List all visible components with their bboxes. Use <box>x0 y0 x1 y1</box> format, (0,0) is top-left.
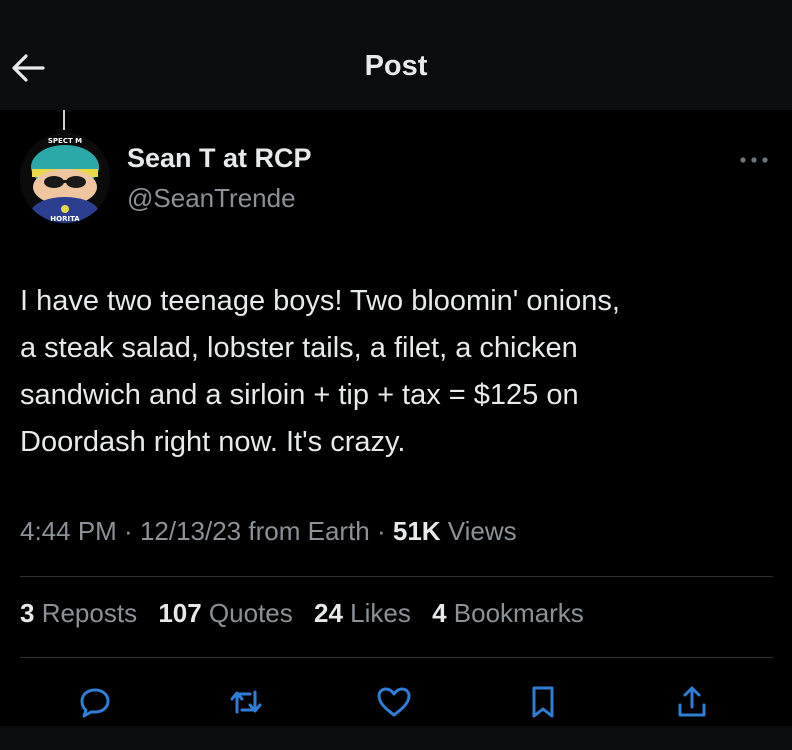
page-title: Post <box>364 50 428 82</box>
reply-icon <box>80 688 110 718</box>
bookmark-icon <box>532 686 554 718</box>
bookmark-button[interactable] <box>523 682 563 722</box>
reposts-count: 3 <box>20 598 35 628</box>
like-button[interactable] <box>374 682 414 722</box>
likes-label: Likes <box>342 598 411 628</box>
bookmarks-count: 4 <box>432 598 447 628</box>
reposts-stat[interactable]: 3 Reposts <box>20 598 137 628</box>
svg-text:HORITA: HORITA <box>50 215 80 223</box>
repost-button[interactable] <box>226 682 266 722</box>
avatar[interactable]: SPECT M HORITA <box>20 133 110 223</box>
divider <box>20 657 773 658</box>
top-bar: Post <box>0 0 792 110</box>
share-icon <box>678 686 706 717</box>
thread-line <box>63 110 65 130</box>
author-display-name[interactable]: Sean T at RCP <box>127 143 312 174</box>
more-horizontal-icon <box>740 157 768 163</box>
bookmarks-label: Bookmarks <box>446 598 584 628</box>
meta-separator: · <box>116 516 140 546</box>
likes-count: 24 <box>314 598 343 628</box>
cartman-avatar-image: SPECT M HORITA <box>20 133 110 223</box>
heart-icon <box>377 687 411 717</box>
svg-text:SPECT M: SPECT M <box>48 137 82 145</box>
post-date[interactable]: 12/13/23 <box>140 516 241 546</box>
quotes-label: Quotes <box>201 598 293 628</box>
divider <box>20 576 773 577</box>
views-label[interactable]: Views <box>441 516 517 546</box>
quotes-count: 107 <box>158 598 202 628</box>
likes-stat[interactable]: 24 Likes <box>314 598 411 628</box>
quotes-stat[interactable]: 107 Quotes <box>158 598 292 628</box>
reposts-label: Reposts <box>34 598 138 628</box>
reply-button[interactable] <box>75 682 115 722</box>
post-actions <box>0 682 792 722</box>
more-options-button[interactable] <box>734 150 774 170</box>
views-count[interactable]: 51K <box>393 516 441 546</box>
post-stats: 3 Reposts 107 Quotes 24 Likes 4 Bookmark… <box>20 598 598 629</box>
post-text: I have two teenage boys! Two bloomin' on… <box>20 285 620 458</box>
post-meta: 4:44 PM · 12/13/23 from Earth · 51K View… <box>20 516 517 547</box>
share-button[interactable] <box>672 682 712 722</box>
author-handle[interactable]: @SeanTrende <box>127 183 296 214</box>
post-time[interactable]: 4:44 PM <box>20 516 117 546</box>
bookmarks-stat[interactable]: 4 Bookmarks <box>432 598 584 628</box>
post-source: from Earth <box>241 516 370 546</box>
repost-icon <box>230 690 262 714</box>
bottom-bar <box>0 726 792 750</box>
meta-separator: · <box>369 516 393 546</box>
